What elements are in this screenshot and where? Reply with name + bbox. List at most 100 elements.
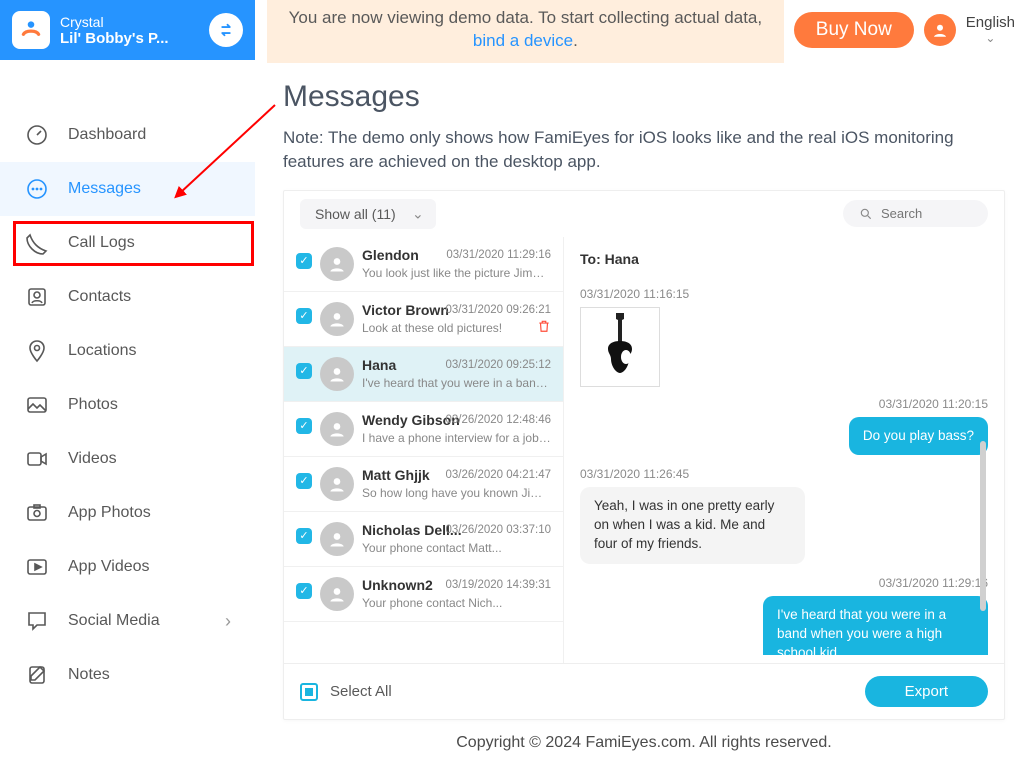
thread-item[interactable]: ✓Unknown2Your phone contact Nich...03/19…: [284, 567, 563, 622]
social-media-icon: [24, 608, 50, 634]
demo-banner-pre: You are now viewing demo data. To start …: [289, 8, 762, 27]
sidebar-item-call-logs[interactable]: Call Logs: [0, 216, 255, 270]
sidebar-item-label: Messages: [68, 180, 141, 198]
page-note: Note: The demo only shows how FamiEyes f…: [283, 126, 1005, 174]
notes-icon: [24, 662, 50, 688]
export-button[interactable]: Export: [865, 676, 988, 707]
thread-list[interactable]: ✓GlendonYou look just like the picture J…: [284, 237, 564, 663]
topbar-left: Crystal Lil' Bobby's P...: [0, 0, 255, 60]
account-name: Crystal: [60, 14, 199, 30]
sidebar-item-dashboard[interactable]: Dashboard: [0, 108, 255, 162]
profile-button[interactable]: [924, 14, 956, 46]
sidebar-item-app-photos[interactable]: App Photos: [0, 486, 255, 540]
content-area: Messages Note: The demo only shows how F…: [255, 60, 1033, 766]
device-name: Lil' Bobby's P...: [60, 30, 180, 47]
select-all-checkbox[interactable]: [300, 683, 318, 701]
chat-content: 03/31/2020 11:16:15 03/31/2020 11:20:15 Do…: [580, 287, 988, 655]
photos-icon: [24, 392, 50, 418]
demo-banner-post: .: [573, 31, 578, 50]
sidebar-item-locations[interactable]: Locations: [0, 324, 255, 378]
buy-now-button[interactable]: Buy Now: [794, 12, 914, 48]
user-icon: [931, 21, 949, 39]
message-row: Yeah, I was in one pretty early on when …: [580, 487, 988, 564]
avatar: [320, 247, 354, 281]
app-logo[interactable]: [12, 11, 50, 49]
sidebar-item-videos[interactable]: Videos: [0, 432, 255, 486]
switch-device-button[interactable]: [209, 13, 243, 47]
sidebar-item-messages[interactable]: Messages: [0, 162, 255, 216]
thread-checkbox[interactable]: ✓: [296, 583, 312, 599]
message-bubble: I've heard that you were in a band when …: [763, 596, 988, 655]
thread-checkbox[interactable]: ✓: [296, 253, 312, 269]
topbar: Crystal Lil' Bobby's P... You are now vi…: [0, 0, 1033, 60]
thread-preview: I have a phone interview for a job in an…: [362, 431, 551, 445]
thread-checkbox[interactable]: ✓: [296, 418, 312, 434]
avatar: [320, 577, 354, 611]
thread-preview: Look at these old pictures!: [362, 321, 551, 335]
sidebar-item-notes[interactable]: Notes: [0, 648, 255, 702]
thread-preview: I've heard that you were in a band whe..…: [362, 376, 551, 390]
avatar: [320, 412, 354, 446]
message-timestamp: 03/31/2020 11:20:15: [580, 397, 988, 411]
panel-footer: Select All Export: [284, 663, 1004, 719]
sidebar-item-app-videos[interactable]: App Videos: [0, 540, 255, 594]
chevron-right-icon: ›: [225, 611, 231, 632]
thread-item[interactable]: ✓Victor BrownLook at these old pictures!…: [284, 292, 563, 347]
thread-preview: You look just like the picture Jimmy sh.…: [362, 266, 551, 280]
chat-scrollbar[interactable]: [980, 441, 986, 611]
thread-checkbox[interactable]: ✓: [296, 363, 312, 379]
thread-preview: So how long have you known Jimmy...: [362, 486, 551, 500]
message-timestamp: 03/31/2020 11:16:15: [580, 287, 988, 301]
topbar-right: You are now viewing demo data. To start …: [255, 0, 1033, 60]
panel-toolbar: Show all (11) ⌄: [284, 191, 1004, 237]
sidebar-item-social-media[interactable]: Social Media ›: [0, 594, 255, 648]
page-title: Messages: [283, 80, 1005, 114]
sidebar-item-label: Dashboard: [68, 126, 146, 144]
contacts-icon: [24, 284, 50, 310]
message-row: I've heard that you were in a band when …: [580, 596, 988, 655]
chevron-down-icon: ⌄: [985, 32, 995, 45]
thread-item[interactable]: ✓GlendonYou look just like the picture J…: [284, 237, 563, 292]
thread-item[interactable]: ✓Wendy GibsonI have a phone interview fo…: [284, 402, 563, 457]
bind-device-link[interactable]: bind a device: [473, 31, 573, 50]
sidebar-item-label: Call Logs: [68, 234, 135, 252]
language-select[interactable]: English ⌄: [966, 15, 1015, 45]
sidebar-item-label: Locations: [68, 342, 137, 360]
filter-dropdown[interactable]: Show all (11) ⌄: [300, 199, 436, 229]
message-timestamp: 03/31/2020 11:26:45: [580, 467, 988, 481]
search-icon: [859, 207, 873, 221]
thread-preview: Your phone contact Matt...: [362, 541, 551, 555]
sidebar-item-contacts[interactable]: Contacts: [0, 270, 255, 324]
logo-icon: [18, 17, 44, 43]
thread-timestamp: 03/31/2020 09:25:12: [445, 359, 551, 371]
thread-item[interactable]: ✓Matt GhjjkSo how long have you known Ji…: [284, 457, 563, 512]
chevron-down-icon: ⌄: [412, 205, 424, 222]
messages-icon: [24, 176, 50, 202]
thread-timestamp: 03/26/2020 04:21:47: [445, 469, 551, 481]
avatar: [320, 522, 354, 556]
messages-panel: Show all (11) ⌄ ✓GlendonYou look just li…: [283, 190, 1005, 720]
thread-item[interactable]: ✓HanaI've heard that you were in a band …: [284, 347, 563, 402]
message-image[interactable]: [580, 307, 660, 387]
search-input[interactable]: [881, 206, 971, 221]
avatar: [320, 467, 354, 501]
thread-timestamp: 03/19/2020 14:39:31: [445, 579, 551, 591]
sidebar-item-label: App Photos: [68, 504, 151, 522]
search-box[interactable]: [843, 200, 988, 227]
copyright: Copyright © 2024 FamiEyes.com. All right…: [283, 720, 1005, 766]
thread-checkbox[interactable]: ✓: [296, 473, 312, 489]
message-bubble: Do you play bass?: [849, 417, 988, 456]
demo-banner: You are now viewing demo data. To start …: [267, 0, 784, 63]
message-row: Do you play bass?: [580, 417, 988, 456]
trash-icon[interactable]: [537, 319, 551, 336]
avatar: [320, 357, 354, 391]
sidebar-item-label: Photos: [68, 396, 118, 414]
thread-checkbox[interactable]: ✓: [296, 528, 312, 544]
sidebar-item-label: Videos: [68, 450, 117, 468]
thread-item[interactable]: ✓Nicholas Dell...Your phone contact Matt…: [284, 512, 563, 567]
thread-checkbox[interactable]: ✓: [296, 308, 312, 324]
thread-timestamp: 03/26/2020 12:48:46: [445, 414, 551, 426]
dashboard-icon: [24, 122, 50, 148]
videos-icon: [24, 446, 50, 472]
sidebar-item-photos[interactable]: Photos: [0, 378, 255, 432]
